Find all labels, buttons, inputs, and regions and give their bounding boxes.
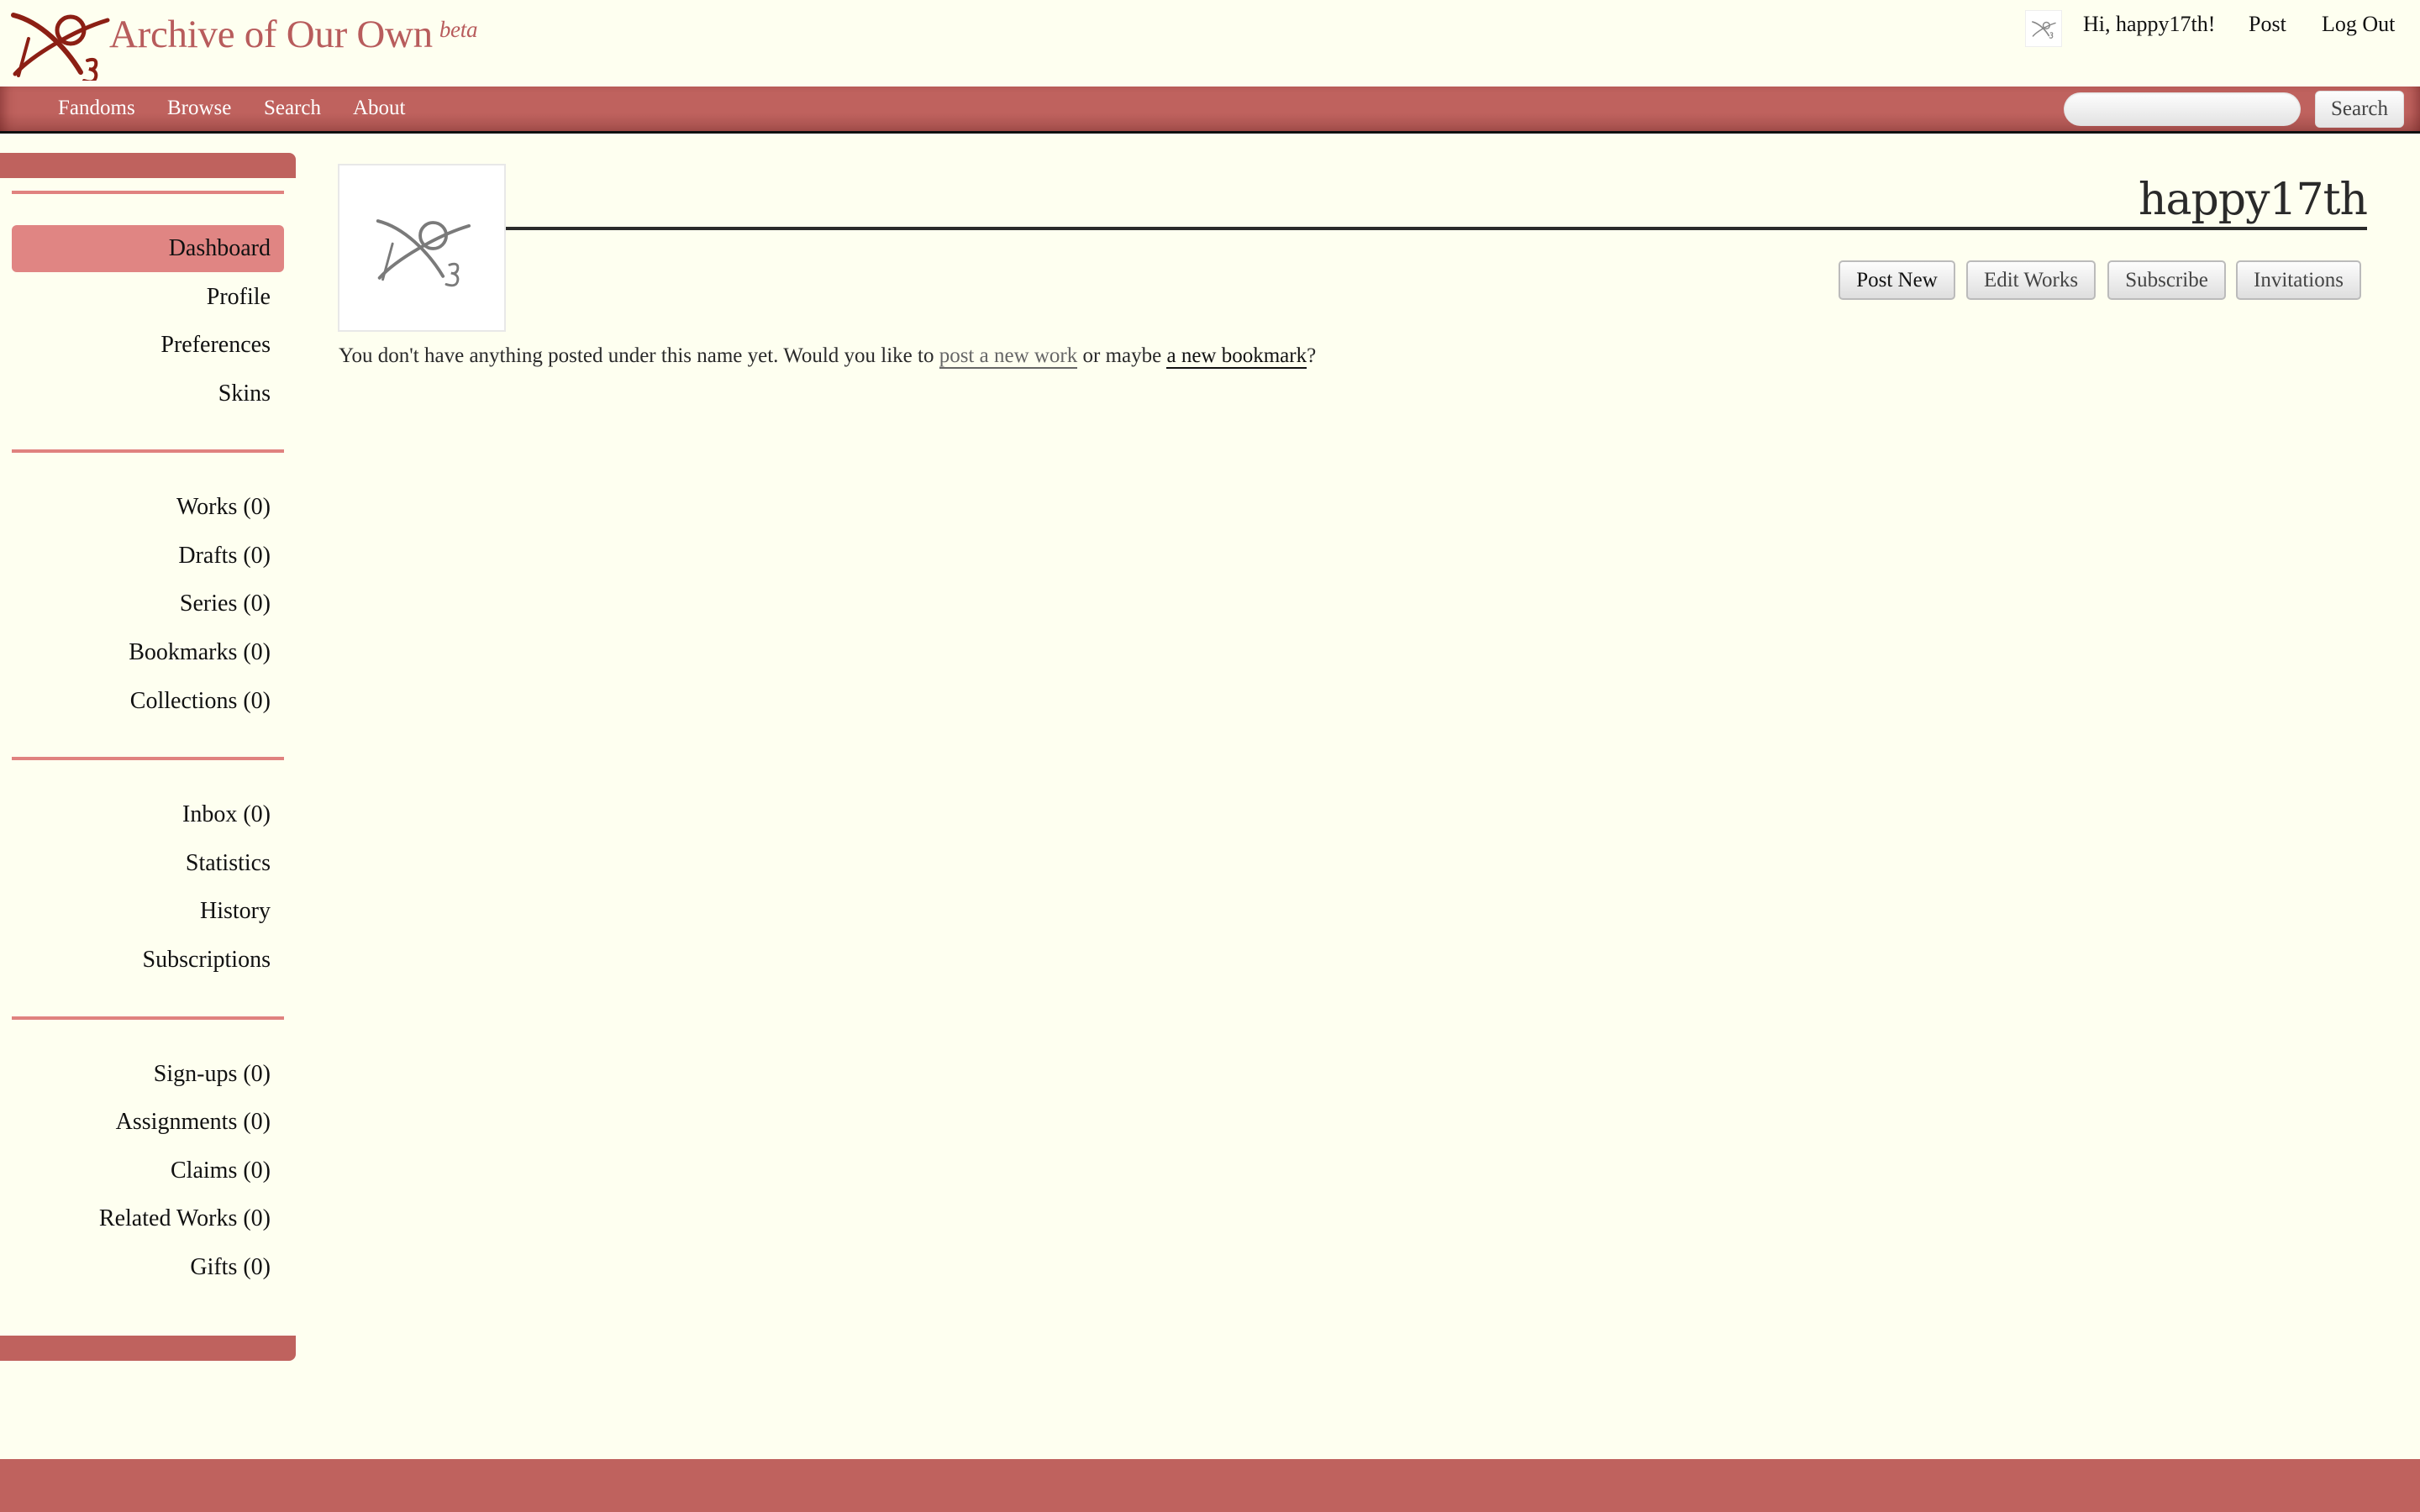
subscribe-button[interactable]: Subscribe xyxy=(2107,260,2226,300)
nav-search[interactable]: Search xyxy=(264,97,321,120)
sidebar-item-statistics[interactable]: Statistics xyxy=(12,840,284,887)
new-bookmark-link[interactable]: a new bookmark xyxy=(1166,344,1307,369)
primary-navigation: Fandoms Browse Search About Search xyxy=(0,87,2420,134)
sidebar-item-related-works[interactable]: Related Works (0) xyxy=(12,1195,284,1242)
nav-fandoms[interactable]: Fandoms xyxy=(58,97,135,120)
sidebar-item-collections[interactable]: Collections (0) xyxy=(12,678,284,725)
sidebar-divider xyxy=(12,191,284,194)
sidebar-item-works[interactable]: Works (0) xyxy=(12,484,284,531)
post-new-work-link[interactable]: post a new work xyxy=(939,344,1078,369)
edit-works-button[interactable]: Edit Works xyxy=(1966,260,2096,300)
site-search-input[interactable] xyxy=(2064,92,2301,126)
sidebar-item-assignments[interactable]: Assignments (0) xyxy=(12,1099,284,1146)
sidebar-item-preferences[interactable]: Preferences xyxy=(12,322,284,369)
sidebar-divider xyxy=(12,1016,284,1020)
sidebar-item-subscriptions[interactable]: Subscriptions xyxy=(12,937,284,984)
sidebar-divider xyxy=(12,757,284,760)
heading-rule xyxy=(506,227,2367,230)
sidebar-item-dashboard[interactable]: Dashboard xyxy=(12,225,284,272)
site-title[interactable]: Archive of Our Own beta xyxy=(109,12,477,57)
ao3-logo-icon[interactable] xyxy=(7,5,111,84)
nav-about[interactable]: About xyxy=(353,97,406,120)
sidebar-bottom-bar xyxy=(0,1336,296,1361)
empty-message-text: ? xyxy=(1307,344,1317,367)
sidebar-item-skins[interactable]: Skins xyxy=(12,370,284,417)
user-profile-icon xyxy=(338,164,506,332)
sidebar-item-series[interactable]: Series (0) xyxy=(12,580,284,627)
sidebar-item-bookmarks[interactable]: Bookmarks (0) xyxy=(12,629,284,676)
username-heading: happy17th xyxy=(2139,175,2368,225)
nav-browse[interactable]: Browse xyxy=(167,97,231,120)
footer xyxy=(0,1459,2420,1512)
sidebar-item-gifts[interactable]: Gifts (0) xyxy=(12,1244,284,1291)
sidebar-item-inbox[interactable]: Inbox (0) xyxy=(12,791,284,838)
post-link[interactable]: Post xyxy=(2249,12,2286,37)
empty-message-text: You don't have anything posted under thi… xyxy=(339,344,939,367)
post-new-button[interactable]: Post New xyxy=(1839,260,1955,300)
site-search-button[interactable]: Search xyxy=(2315,91,2404,128)
sidebar-item-claims[interactable]: Claims (0) xyxy=(12,1147,284,1194)
user-avatar-icon[interactable] xyxy=(2025,10,2062,47)
user-greeting-link[interactable]: Hi, happy17th! xyxy=(2083,12,2215,37)
empty-message-text: or maybe xyxy=(1077,344,1167,367)
empty-works-message: You don't have anything posted under thi… xyxy=(339,344,1317,369)
site-title-text: Archive of Our Own xyxy=(109,13,433,56)
sidebar-divider xyxy=(12,449,284,453)
site-beta-badge: beta xyxy=(439,17,478,42)
sidebar-item-history[interactable]: History xyxy=(12,888,284,935)
sidebar-top-bar xyxy=(0,153,296,178)
sidebar-item-profile[interactable]: Profile xyxy=(12,274,284,321)
sidebar-item-signups[interactable]: Sign-ups (0) xyxy=(12,1051,284,1098)
sidebar-item-drafts[interactable]: Drafts (0) xyxy=(12,533,284,580)
logout-link[interactable]: Log Out xyxy=(2322,12,2395,37)
invitations-button[interactable]: Invitations xyxy=(2236,260,2361,300)
